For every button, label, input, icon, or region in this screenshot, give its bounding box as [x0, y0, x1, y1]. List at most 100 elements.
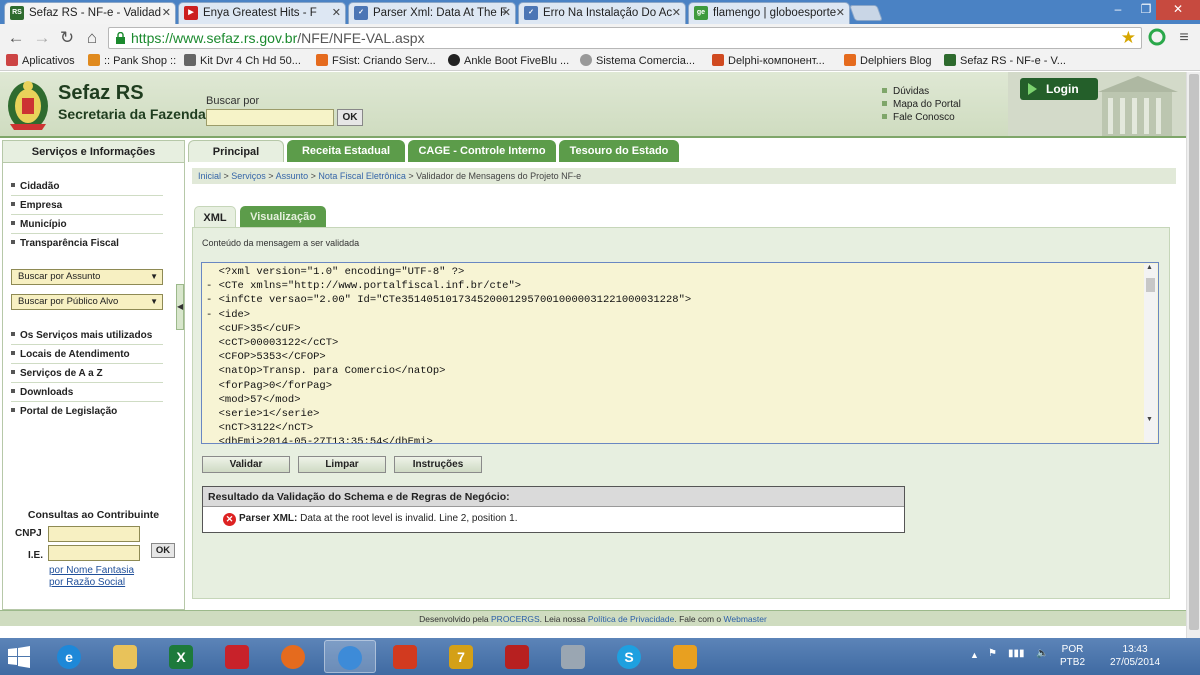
search-input[interactable] — [206, 109, 334, 126]
bookmark-sefaz[interactable]: Sefaz RS - NF-e - V... — [944, 54, 1066, 67]
bookmark-pank-shop[interactable]: :: Pank Shop :: — [88, 54, 176, 67]
bookmark-delphi-komponent[interactable]: Delphi-компонент... — [712, 54, 825, 67]
sidebar-item-transparencia[interactable]: Transparência Fiscal — [11, 238, 163, 252]
xml-scrollbar[interactable]: ▲ ▼ — [1144, 264, 1157, 442]
taskbar-ie-button[interactable]: e — [44, 640, 96, 673]
page-scroll-thumb[interactable] — [1189, 74, 1199, 630]
taskbar-skype-button[interactable]: S — [604, 640, 656, 673]
footer-privacy-link[interactable]: Política de Privacidade — [588, 614, 674, 624]
window-close-icon[interactable]: ✕ — [1156, 0, 1200, 20]
sidebar-item-a-z[interactable]: Serviços de A a Z — [11, 368, 163, 383]
tab-close-icon[interactable]: ✕ — [836, 3, 845, 23]
rs-coat-of-arms-icon[interactable] — [6, 78, 50, 132]
xml-scroll-thumb[interactable] — [1146, 278, 1155, 292]
volume-icon[interactable]: 🔈 — [1036, 648, 1048, 659]
search-ok-button[interactable]: OK — [337, 109, 363, 126]
taskbar-app-red-orange-button[interactable] — [380, 640, 432, 673]
browser-tab-erro[interactable]: ✓ Erro Na Instalação Do Ac ✕ — [518, 2, 686, 24]
tab-visualizacao[interactable]: Visualização — [240, 206, 326, 228]
sidebar-item-cidadao[interactable]: Cidadão — [11, 181, 163, 196]
brand-title[interactable]: Sefaz RS — [58, 82, 144, 105]
cnpj-input[interactable] — [48, 526, 140, 542]
link-razao-social[interactable]: por Razão Social — [49, 577, 125, 588]
select-publico-alvo[interactable]: Buscar por Público Alvo ▼ — [11, 294, 163, 310]
sidebar-item-mais-utilizados[interactable]: Os Serviços mais utilizados — [11, 330, 163, 345]
browser-tab-flamengo[interactable]: ge flamengo | globoesporte ✕ — [688, 2, 850, 24]
bookmark-label: Sefaz RS - NF-e - V... — [960, 55, 1066, 67]
scroll-down-icon[interactable]: ▼ — [1146, 416, 1153, 423]
windows-start-icon[interactable] — [8, 646, 30, 668]
signal-icon[interactable]: ▮▮▮ — [1008, 648, 1025, 659]
taskbar-bank-button[interactable] — [492, 640, 544, 673]
breadcrumb-inicial[interactable]: Inicial — [198, 171, 221, 181]
extension-icon[interactable] — [1148, 28, 1166, 46]
bookmark-sistema-comercial[interactable]: Sistema Comercia... — [580, 54, 695, 67]
sidebar-item-empresa[interactable]: Empresa — [11, 200, 163, 215]
notes-icon — [561, 645, 585, 669]
clock[interactable]: 13:43 27/05/2014 — [1110, 643, 1160, 669]
tab-close-icon[interactable]: ✕ — [672, 3, 681, 23]
taskbar-seven-button[interactable]: 7 — [436, 640, 488, 673]
flag-icon[interactable]: ⚑ — [988, 648, 997, 659]
tab-tesouro[interactable]: Tesouro do Estado — [559, 140, 679, 162]
tab-receita-estadual[interactable]: Receita Estadual — [287, 140, 405, 162]
new-tab-button[interactable] — [849, 5, 883, 21]
home-icon[interactable]: ⌂ — [82, 28, 102, 48]
minimize-icon[interactable]: – — [1104, 0, 1132, 20]
taskbar-red-app-button[interactable] — [212, 640, 264, 673]
taskbar-chrome-button[interactable] — [324, 640, 376, 673]
link-fale-conosco[interactable]: Fale Conosco — [882, 112, 955, 123]
menu-icon[interactable]: ≡ — [1174, 28, 1194, 48]
select-assunto[interactable]: Buscar por Assunto ▼ — [11, 269, 163, 285]
sidebar-collapse-icon[interactable]: ◀ — [176, 284, 184, 330]
tab-principal[interactable]: Principal — [188, 140, 284, 162]
bookmark-kit-dvr[interactable]: Kit Dvr 4 Ch Hd 50... — [184, 54, 301, 67]
scroll-up-icon[interactable]: ▲ — [1146, 264, 1153, 271]
limpar-button[interactable]: Limpar — [298, 456, 386, 473]
validar-button[interactable]: Validar — [202, 456, 290, 473]
sidebar-item-locais[interactable]: Locais de Atendimento — [11, 349, 163, 364]
page-scrollbar[interactable] — [1186, 72, 1200, 638]
footer-webmaster-link[interactable]: Webmaster — [724, 614, 767, 624]
bookmark-delphiers-blog[interactable]: Delphiers Blog — [844, 54, 932, 67]
forward-arrow-icon[interactable]: → — [32, 28, 52, 48]
bookmark-fsist[interactable]: FSist: Criando Serv... — [316, 54, 436, 67]
taskbar-firefox-button[interactable] — [268, 640, 320, 673]
reload-icon[interactable]: ↻ — [57, 28, 77, 48]
sidebar-item-downloads[interactable]: Downloads — [11, 387, 163, 402]
taskbar-explorer-button[interactable] — [100, 640, 152, 673]
sidebar-item-legislacao[interactable]: Portal de Legislação — [11, 406, 163, 420]
tab-close-icon[interactable]: ✕ — [502, 3, 511, 23]
tab-cage[interactable]: CAGE - Controle Interno — [408, 140, 556, 162]
link-nome-fantasia[interactable]: por Nome Fantasia — [49, 565, 134, 576]
link-duvidas[interactable]: Dúvidas — [882, 86, 929, 97]
browser-tab-sefaz[interactable]: RS Sefaz RS - NF-e - Validad ✕ — [4, 2, 176, 24]
tab-xml[interactable]: XML — [194, 206, 236, 228]
tray-arrow-icon[interactable]: ▲ — [970, 650, 979, 660]
browser-tab-enya[interactable]: ▶ Enya Greatest Hits - F ✕ — [178, 2, 346, 24]
login-button[interactable]: Login — [1020, 78, 1098, 100]
breadcrumb-nfe[interactable]: Nota Fiscal Eletrônica — [318, 171, 406, 181]
sidebar-item-municipio[interactable]: Município — [11, 219, 163, 234]
tab-close-icon[interactable]: ✕ — [332, 3, 341, 23]
breadcrumb-assunto[interactable]: Assunto — [276, 171, 309, 181]
footer-procergs-link[interactable]: PROCERGS — [491, 614, 540, 624]
link-mapa-portal[interactable]: Mapa do Portal — [882, 99, 961, 110]
language-indicator[interactable]: POR PTB2 — [1060, 643, 1085, 669]
instrucoes-button[interactable]: Instruções — [394, 456, 482, 473]
taskbar-window-app-button[interactable] — [660, 640, 712, 673]
bookmark-ankle-boot[interactable]: Ankle Boot FiveBlu ... — [448, 54, 569, 67]
tab-close-icon[interactable]: ✕ — [162, 3, 171, 23]
blogger-icon — [316, 54, 328, 66]
taskbar-excel-button[interactable]: X — [156, 640, 208, 673]
browser-tab-parser[interactable]: ✓ Parser Xml: Data At The F ✕ — [348, 2, 516, 24]
ie-input[interactable] — [48, 545, 140, 561]
breadcrumb-servicos[interactable]: Serviços — [231, 171, 266, 181]
taskbar-notes-button[interactable] — [548, 640, 600, 673]
back-arrow-icon[interactable]: ← — [6, 28, 26, 48]
address-bar[interactable]: https://www.sefaz.rs.gov.br/NFE/NFE-VAL.… — [108, 27, 1142, 49]
bookmark-aplicativos[interactable]: Aplicativos — [6, 54, 75, 67]
bookmark-star-icon[interactable]: ★ — [1121, 28, 1136, 48]
contribuinte-ok-button[interactable]: OK — [151, 543, 175, 558]
xml-textarea[interactable]: <?xml version="1.0" encoding="UTF-8" ?> -… — [201, 262, 1159, 444]
